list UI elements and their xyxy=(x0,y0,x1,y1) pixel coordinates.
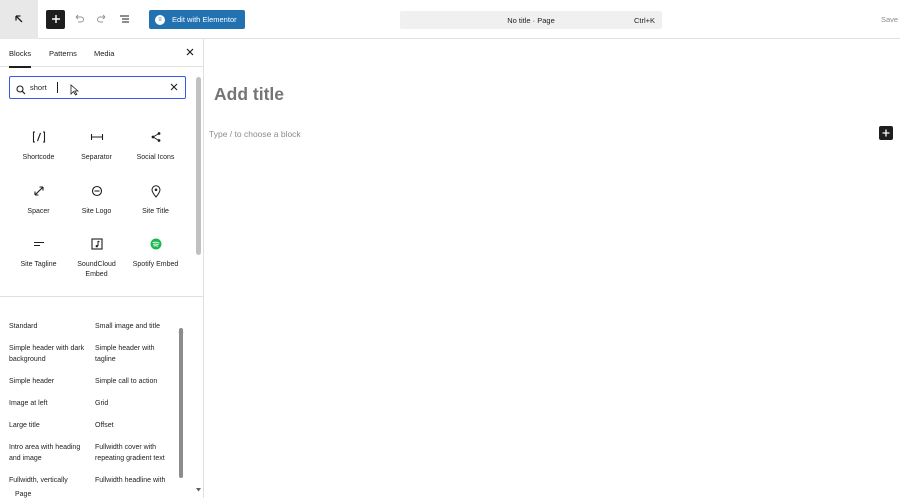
block-item-social-icons[interactable]: Social Icons xyxy=(126,130,185,163)
clear-search-button[interactable] xyxy=(168,81,180,93)
undo-button[interactable] xyxy=(69,10,89,30)
command-palette-bar[interactable]: No title · Page Ctrl+K xyxy=(400,11,662,29)
inserter-tabs: Blocks Patterns Media xyxy=(0,39,203,68)
panel-scrollbar[interactable] xyxy=(195,69,202,492)
scroll-down-icon xyxy=(195,480,202,498)
elementor-logo-icon: ≡ xyxy=(155,14,165,25)
block-inserter-toggle[interactable] xyxy=(46,10,65,29)
editor-canvas[interactable]: Add title Type / to choose a block xyxy=(204,39,900,498)
spotify-icon xyxy=(126,237,185,251)
arrow-up-left-icon xyxy=(14,11,24,29)
post-title-input[interactable]: Add title xyxy=(214,84,284,105)
pattern-item[interactable]: Small image and title xyxy=(95,322,175,333)
block-item-shortcode[interactable]: Shortcode xyxy=(9,130,68,163)
shortcode-icon xyxy=(9,130,68,144)
block-label: Social Icons xyxy=(136,154,175,161)
undo-icon xyxy=(73,11,85,29)
block-item-site-tagline[interactable]: Site Tagline xyxy=(9,237,68,270)
block-label: Site Title xyxy=(142,208,169,215)
spacer-icon xyxy=(9,184,68,198)
breadcrumb[interactable]: Page xyxy=(15,491,31,498)
block-label: Separator xyxy=(81,154,112,161)
tab-media[interactable]: Media xyxy=(94,39,114,67)
tagline-icon xyxy=(9,237,68,251)
block-label: SoundCloud Embed xyxy=(77,261,116,278)
plus-icon xyxy=(51,11,61,29)
tab-patterns-label: Patterns xyxy=(49,48,77,58)
patterns-scrollbar[interactable] xyxy=(178,320,184,486)
block-label: Site Tagline xyxy=(20,261,57,268)
close-inserter-button[interactable] xyxy=(183,45,197,59)
edit-with-elementor-button[interactable]: ≡ Edit with Elementor xyxy=(149,10,245,29)
pattern-item[interactable]: Standard xyxy=(9,322,89,333)
wordpress-back-button[interactable] xyxy=(0,0,38,39)
redo-button[interactable] xyxy=(92,10,112,30)
block-item-spacer[interactable]: Spacer xyxy=(9,184,68,217)
pattern-item[interactable]: Fullwidth, vertically xyxy=(9,476,89,487)
save-draft-button[interactable]: Save xyxy=(881,15,898,24)
keyboard-shortcut: Ctrl+K xyxy=(633,15,655,25)
tab-blocks[interactable]: Blocks xyxy=(9,39,32,68)
map-marker-icon xyxy=(126,184,185,198)
pattern-item[interactable]: Simple header with tagline xyxy=(95,344,175,365)
block-item-site-logo[interactable]: Site Logo xyxy=(67,184,126,217)
block-label: Shortcode xyxy=(22,154,55,161)
block-inserter-panel: Blocks Patterns Media short Shortcode Se… xyxy=(0,39,204,498)
pattern-item[interactable]: Simple header xyxy=(9,377,89,388)
pattern-item[interactable]: Simple call to action xyxy=(95,377,175,388)
tab-blocks-label: Blocks xyxy=(9,48,32,58)
tab-patterns[interactable]: Patterns xyxy=(49,39,77,67)
soundcloud-icon xyxy=(67,237,126,251)
pattern-item[interactable]: Image at left xyxy=(9,399,89,410)
site-logo-icon xyxy=(67,184,126,198)
scrollbar-thumb[interactable] xyxy=(196,77,201,255)
share-icon xyxy=(126,130,185,144)
pattern-item[interactable]: Fullwidth headline with xyxy=(95,476,175,487)
search-input[interactable]: short xyxy=(30,83,47,92)
block-item-site-title[interactable]: Site Title xyxy=(126,184,185,217)
pattern-item[interactable]: Simple header with dark background xyxy=(9,344,89,365)
text-caret xyxy=(57,82,58,93)
close-icon xyxy=(186,43,194,61)
separator-icon xyxy=(67,130,126,144)
pattern-item[interactable]: Intro area with heading and image xyxy=(9,443,89,464)
pattern-item[interactable]: Large title xyxy=(9,421,89,432)
plus-icon xyxy=(882,124,890,142)
block-item-soundcloud-embed[interactable]: SoundCloud Embed xyxy=(67,237,126,279)
pattern-item[interactable]: Fullwidth cover with repeating gradient … xyxy=(95,443,175,464)
pattern-item[interactable]: Offset xyxy=(95,421,175,432)
edit-with-elementor-label: Edit with Elementor xyxy=(172,15,237,24)
block-item-separator[interactable]: Separator xyxy=(67,130,126,163)
close-icon xyxy=(170,78,178,96)
block-appender-placeholder[interactable]: Type / to choose a block xyxy=(209,129,301,139)
block-label: Spotify Embed xyxy=(132,261,179,268)
document-overview-button[interactable] xyxy=(115,10,135,30)
block-search-field[interactable]: short xyxy=(9,76,186,99)
block-item-spotify-embed[interactable]: Spotify Embed xyxy=(126,237,185,270)
block-label: Site Logo xyxy=(81,208,112,215)
list-view-icon xyxy=(119,11,131,29)
search-icon xyxy=(16,82,26,100)
add-block-button[interactable] xyxy=(879,126,893,140)
redo-icon xyxy=(96,11,108,29)
document-title: No title · Page xyxy=(507,15,555,25)
mouse-cursor-icon xyxy=(70,83,80,101)
section-divider xyxy=(0,296,203,297)
scrollbar-thumb[interactable] xyxy=(179,328,183,478)
pattern-item[interactable]: Grid xyxy=(95,399,175,410)
block-label: Spacer xyxy=(27,208,50,215)
tab-media-label: Media xyxy=(94,48,115,58)
editor-header: ≡ Edit with Elementor No title · Page Ct… xyxy=(0,0,900,39)
